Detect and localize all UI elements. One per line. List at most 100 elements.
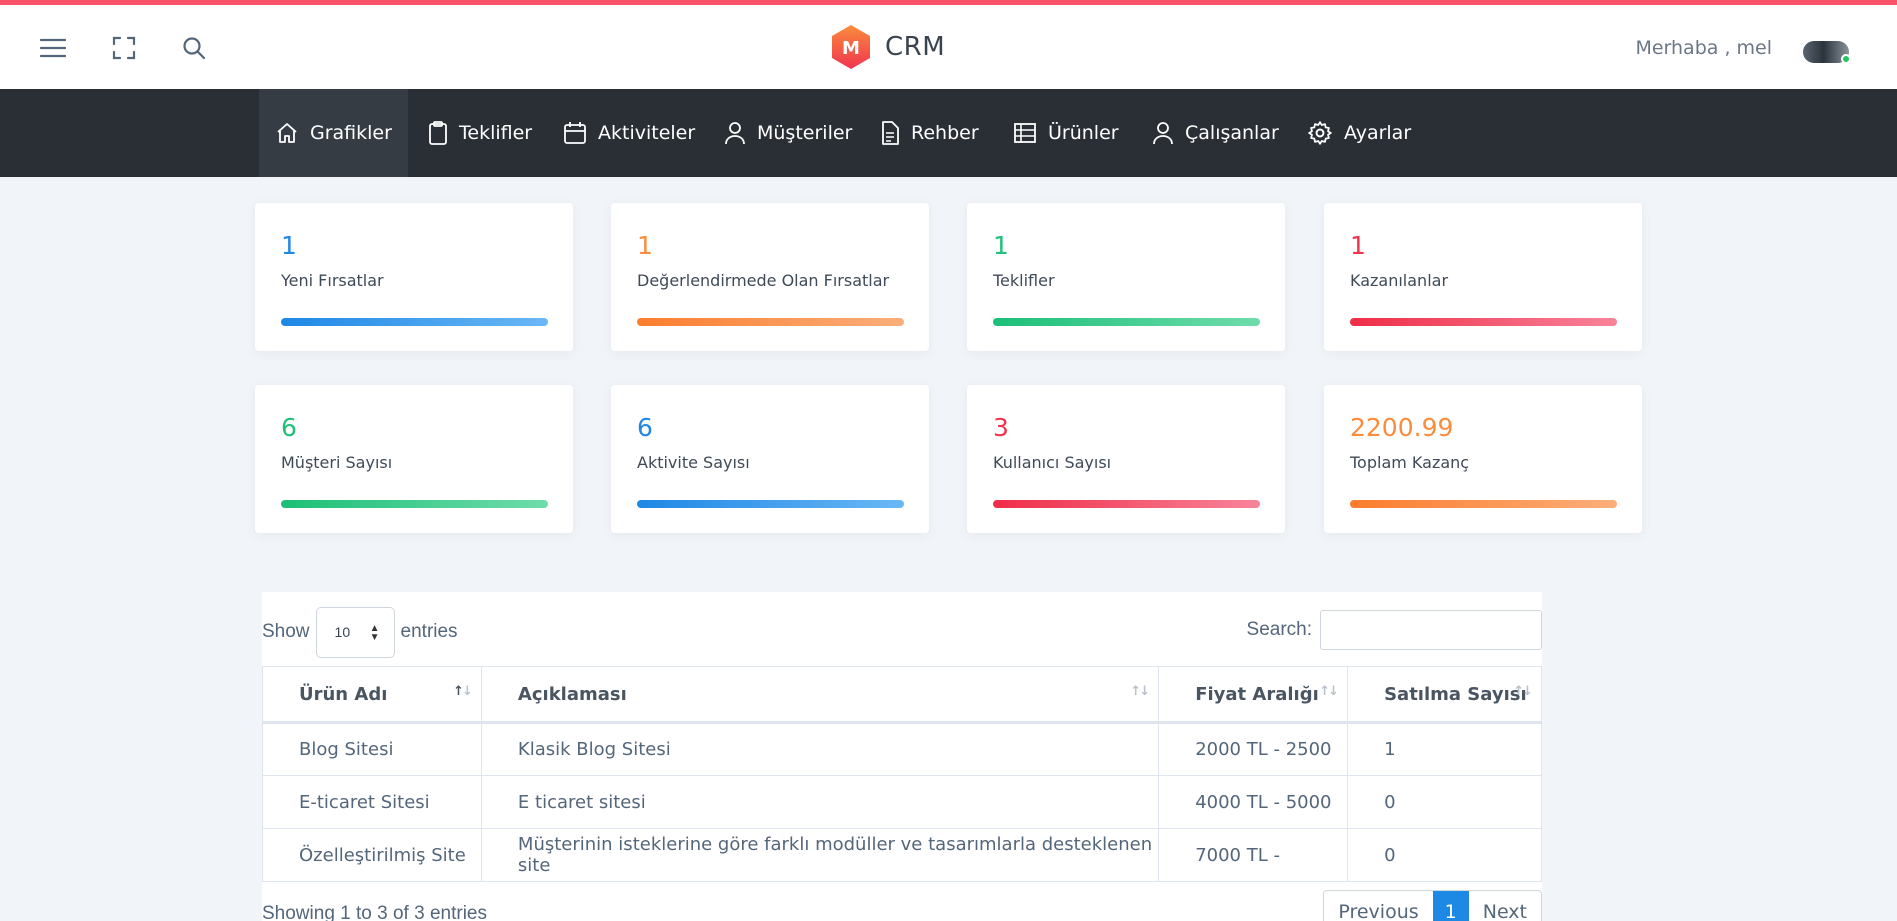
table-cell: Klasik Blog Sitesi	[480, 722, 1160, 776]
nav-item-calisanlar[interactable]: Çalışanlar	[1152, 89, 1279, 177]
table-cell: 0	[1347, 828, 1542, 882]
table-icon	[1014, 123, 1036, 143]
stat-progress-bar	[281, 318, 548, 326]
stat-label: Müşteri Sayısı	[281, 453, 393, 472]
table-row: E-ticaret Sitesi E ticaret sitesi 4000 T…	[262, 775, 1542, 829]
column-header-price-range[interactable]: Fiyat Aralığı ↑↓	[1158, 666, 1349, 724]
sort-icon: ↑↓	[1319, 684, 1339, 699]
table-row: Blog Sitesi Klasik Blog Sitesi 2000 TL -…	[262, 722, 1542, 776]
products-table: Ürün Adı ↑↓ Açıklaması ↑↓ Fiyat Aralığı …	[262, 666, 1542, 882]
entries-label: entries	[400, 621, 458, 642]
stat-progress-bar	[637, 318, 904, 326]
sort-asc-icon: ↑↓	[453, 684, 473, 699]
online-status-dot	[1841, 54, 1851, 64]
nav-item-rehber[interactable]: Rehber	[880, 89, 979, 177]
pagination: Previous 1 Next	[1323, 890, 1542, 921]
stat-value: 3	[993, 413, 1009, 442]
nav-item-aktiviteler[interactable]: Aktiviteler	[563, 89, 695, 177]
nav-item-musteriler[interactable]: Müşteriler	[724, 89, 852, 177]
entries-length-control: Show 10 ▲ ▼ entries	[262, 606, 458, 658]
brand-name: CRM	[885, 32, 946, 62]
stat-label: Yeni Fırsatlar	[281, 271, 384, 290]
entries-select[interactable]: 10 ▲ ▼	[315, 606, 395, 658]
home-icon	[277, 123, 297, 143]
next-page-button[interactable]: Next	[1469, 891, 1541, 921]
stat-progress-bar	[993, 318, 1260, 326]
table-cell: E-ticaret Sitesi	[262, 775, 482, 829]
stat-value: 1	[1350, 231, 1366, 260]
search-label: Search:	[1246, 619, 1312, 640]
menu-icon[interactable]	[38, 33, 68, 63]
nav-label: Grafikler	[310, 122, 392, 144]
nav-item-teklifler[interactable]: Teklifler	[428, 89, 532, 177]
avatar[interactable]	[1803, 41, 1851, 64]
stat-card-user-count: 3 Kullanıcı Sayısı	[967, 385, 1285, 533]
nav-label: Aktiviteler	[598, 122, 696, 144]
search-icon[interactable]	[179, 33, 209, 63]
nav-label: Rehber	[911, 122, 979, 144]
stat-value: 1	[637, 231, 653, 260]
user-icon	[725, 122, 745, 145]
main-nav: Grafikler Teklifler Aktiviteler Müşteril…	[0, 89, 1897, 177]
table-row: Özelleştirilmiş Site Müşterinin istekler…	[262, 828, 1542, 882]
table-cell: Müşterinin isteklerine göre farklı modül…	[480, 828, 1160, 882]
gear-icon	[1308, 121, 1332, 145]
stat-card-new-opportunities: 1 Yeni Fırsatlar	[255, 203, 573, 351]
nav-label: Çalışanlar	[1185, 122, 1279, 144]
stat-value: 6	[637, 413, 653, 442]
nav-item-ayarlar[interactable]: Ayarlar	[1307, 89, 1411, 177]
stat-value: 2200.99	[1350, 413, 1454, 442]
table-info: Showing 1 to 3 of 3 entries	[262, 903, 487, 921]
document-icon	[882, 121, 899, 145]
clipboard-icon	[429, 121, 447, 145]
brand-logo[interactable]: M CRM	[829, 23, 945, 71]
stat-card-evaluating-opportunities: 1 Değerlendirmede Olan Fırsatlar	[611, 203, 929, 351]
table-cell: 7000 TL -	[1158, 828, 1349, 882]
stat-card-won: 1 Kazanılanlar	[1324, 203, 1642, 351]
page-1-button[interactable]: 1	[1432, 891, 1469, 921]
fullscreen-icon[interactable]	[109, 33, 139, 63]
stat-card-activity-count: 6 Aktivite Sayısı	[611, 385, 929, 533]
nav-label: Ayarlar	[1344, 122, 1412, 144]
stat-card-offers: 1 Teklifler	[967, 203, 1285, 351]
stat-progress-bar	[281, 500, 548, 508]
stat-progress-bar	[1350, 500, 1617, 508]
stat-progress-bar	[637, 500, 904, 508]
stat-label: Teklifler	[993, 271, 1055, 290]
search-input[interactable]	[1320, 610, 1542, 650]
column-header-description[interactable]: Açıklaması ↑↓	[480, 666, 1160, 724]
table-cell: 4000 TL - 5000	[1158, 775, 1349, 829]
stat-card-customer-count: 6 Müşteri Sayısı	[255, 385, 573, 533]
show-label: Show	[262, 621, 310, 642]
column-header-sales-count[interactable]: Satılma Sayısı ↑↓	[1347, 666, 1542, 724]
stat-label: Aktivite Sayısı	[637, 453, 750, 472]
stat-label: Toplam Kazanç	[1350, 453, 1470, 472]
table-cell: E ticaret sitesi	[480, 775, 1160, 829]
nav-item-urunler[interactable]: Ürünler	[1013, 89, 1119, 177]
table-cell: Özelleştirilmiş Site	[262, 828, 482, 882]
table-search: Search:	[1247, 610, 1542, 650]
stat-label: Kazanılanlar	[1350, 271, 1449, 290]
top-header: M CRM Merhaba , mel	[0, 0, 1897, 89]
stat-value: 6	[281, 413, 297, 442]
stat-value: 1	[281, 231, 297, 260]
nav-label: Müşteriler	[757, 122, 853, 144]
table-cell: 1	[1347, 722, 1542, 776]
table-cell: Blog Sitesi	[262, 722, 482, 776]
stat-progress-bar	[1350, 318, 1617, 326]
calendar-icon	[564, 122, 586, 144]
table-cell: 2000 TL - 2500	[1158, 722, 1349, 776]
user-icon	[1153, 122, 1173, 145]
nav-label: Teklifler	[459, 122, 533, 144]
brand-letter: M	[842, 38, 860, 59]
stat-progress-bar	[993, 500, 1260, 508]
nav-item-grafikler[interactable]: Grafikler	[259, 89, 408, 177]
column-header-product-name[interactable]: Ürün Adı ↑↓	[262, 666, 482, 724]
stat-label: Değerlendirmede Olan Fırsatlar	[637, 271, 890, 290]
previous-page-button[interactable]: Previous	[1324, 891, 1432, 921]
sort-icon: ↑↓	[1130, 684, 1150, 699]
nav-label: Ürünler	[1048, 122, 1119, 144]
user-greeting: Merhaba , mel	[1635, 37, 1772, 59]
table-cell: 0	[1347, 775, 1542, 829]
products-table-panel: Show 10 ▲ ▼ entries Search: Ürün Adı ↑↓ A…	[262, 592, 1542, 921]
